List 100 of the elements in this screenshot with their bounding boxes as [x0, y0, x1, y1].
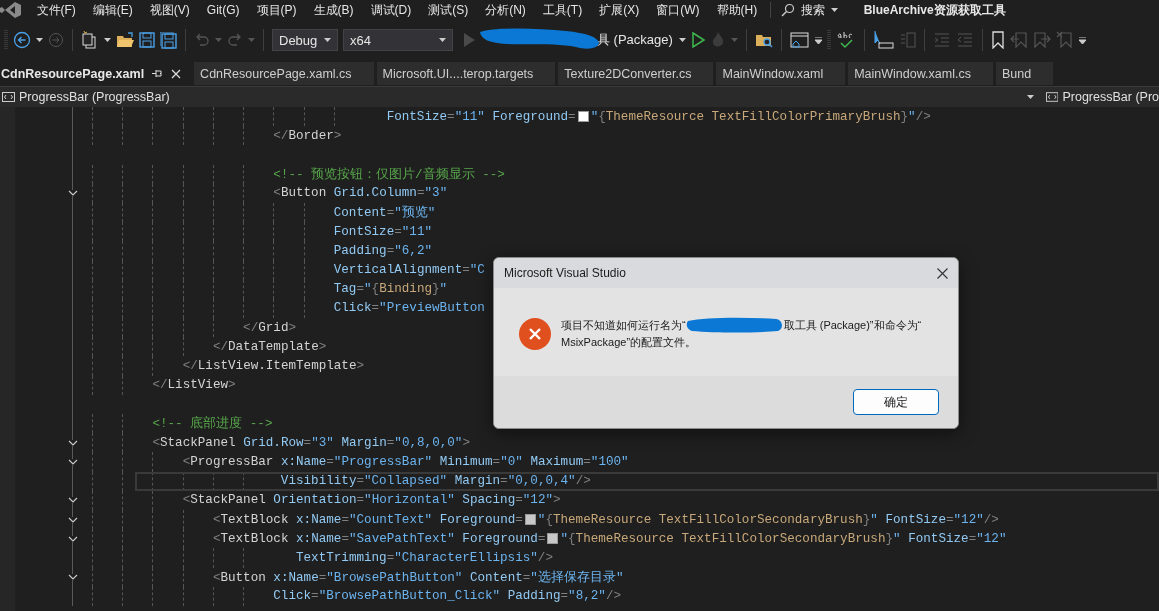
code-text: TextTrimming="CharacterEllipsis"/>: [296, 550, 553, 565]
code-text: FontSize="11": [333, 224, 433, 239]
collapse-chevron-icon[interactable]: [68, 439, 78, 446]
code-text: Padding="6,2": [333, 243, 433, 258]
menu-item[interactable]: 帮助(H): [708, 1, 766, 19]
caret-icon[interactable]: [678, 38, 686, 42]
code-text: </ListView>: [152, 378, 236, 393]
code-text: Tag="{Binding}": [333, 282, 448, 297]
platform-dropdown[interactable]: x64: [343, 29, 453, 51]
menu-item[interactable]: 视图(V): [141, 1, 199, 19]
document-tab[interactable]: CdnResourcePage.xaml.cs: [194, 62, 374, 85]
collapse-chevron-icon[interactable]: [68, 190, 78, 197]
tab-label: MainWindow.xaml: [722, 66, 824, 81]
document-tab[interactable]: Bund: [995, 62, 1054, 85]
code-text: </Grid>: [243, 320, 296, 335]
type-dropdown[interactable]: ProgressBar (ProgressBar): [0, 87, 1040, 107]
element-icon: [1046, 92, 1059, 102]
code-text: Click="PreviewButton: [333, 301, 485, 316]
pointer-select-icon[interactable]: [872, 30, 895, 50]
code-text: "{ThemeResource TextFillColorSecondaryBrush}" FontSize="12": [560, 531, 1007, 546]
tab-label: Bund: [1001, 66, 1032, 81]
menu-item[interactable]: 生成(B): [305, 1, 362, 19]
code-text: <StackPanel Orientation="Horizontal" Spacing="12">: [182, 493, 561, 508]
pin-icon[interactable]: [152, 69, 164, 78]
caret-icon: [324, 38, 331, 42]
code-text: </DataTemplate>: [212, 339, 327, 354]
caret-icon[interactable]: [104, 38, 111, 42]
search-icon: [780, 3, 795, 17]
window-icon[interactable]: [789, 31, 810, 49]
collapse-chevron-icon[interactable]: [68, 535, 78, 542]
element-icon: [2, 92, 15, 102]
caret-icon[interactable]: [36, 38, 43, 42]
menu-item[interactable]: 编辑(E): [84, 1, 142, 19]
error-icon: [519, 318, 551, 350]
spell-check-icon[interactable]: [835, 31, 856, 49]
menu-item[interactable]: 工具(T): [534, 1, 591, 19]
code-text: <!-- 底部进度 -->: [152, 415, 273, 433]
run-without-debugging-icon[interactable]: [690, 32, 705, 48]
play-icon: [464, 33, 475, 47]
code-text: <TextBlock x:Name="CountText" Foreground=: [212, 512, 523, 527]
code-text: Content="预览": [333, 204, 436, 222]
caret-icon: [1027, 95, 1034, 99]
code-text: VerticalAlignment="C: [333, 263, 485, 278]
code-text: </Border>: [273, 128, 342, 143]
menu-item[interactable]: 测试(S): [419, 1, 477, 19]
collapse-chevron-icon[interactable]: [68, 574, 78, 581]
collapse-chevron-icon[interactable]: [68, 497, 78, 504]
message-text: MsixPackage”的配置文件。: [561, 335, 697, 350]
menu-item[interactable]: 扩展(X): [590, 1, 648, 19]
code-text: "{ThemeResource TextFillColorSecondaryBrush}" FontSize="12"/>: [537, 512, 999, 527]
code-text: FontSize="11" Foreground=: [386, 109, 576, 124]
tab-label: Microsoft.UI....terop.targets: [382, 66, 534, 81]
app-logo-icon: [0, 1, 22, 19]
folder-icon[interactable]: [116, 32, 134, 48]
document-tab[interactable]: Texture2DConverter.cs: [558, 62, 714, 85]
code-text: </ListView.ItemTemplate>: [182, 359, 365, 374]
collapse-chevron-icon[interactable]: [68, 458, 78, 465]
tab-label: Texture2DConverter.cs: [564, 66, 692, 81]
code-text: Click="BrowsePathButton_Click" Padding="8,2"/>: [273, 589, 622, 604]
code-text: <StackPanel Grid.Row="3" Margin="0,8,0,0">: [152, 435, 470, 450]
menu-item[interactable]: 调试(D): [362, 1, 420, 19]
document-tab[interactable]: MainWindow.xaml: [716, 62, 846, 85]
member-dropdown[interactable]: ProgressBar (Pro: [1040, 87, 1159, 107]
caret-icon[interactable]: [1078, 36, 1086, 44]
code-text: <Button x:Name="BrowsePathButton" Content="选择保存目录": [212, 569, 624, 586]
new-item-icon[interactable]: [81, 31, 99, 49]
search-button[interactable]: 搜索: [780, 1, 838, 19]
caret-icon: [439, 38, 446, 42]
bookmark-icon[interactable]: [990, 31, 1005, 49]
code-text: Visibility="Collapsed" Margin="0,0,0,4"/>: [280, 474, 591, 489]
grip-icon: [826, 29, 831, 51]
ok-button[interactable]: 确定: [853, 389, 939, 415]
menu-item[interactable]: 窗口(W): [647, 1, 708, 19]
menu-item[interactable]: 分析(N): [476, 1, 535, 19]
code-text: <ProgressBar x:Name="ProgressBar" Minimum="0" Maximum="100": [182, 454, 629, 469]
code-text: <!-- 预览按钮：仅图片/音频显示 -->: [273, 166, 505, 183]
start-target-button[interactable]: 具 (Package): [597, 31, 673, 49]
menu-item[interactable]: 文件(F): [28, 1, 85, 19]
document-tab[interactable]: MainWindow.xaml.cs: [848, 62, 993, 85]
document-tab[interactable]: Microsoft.UI....terop.targets: [376, 62, 556, 85]
code-text: <TextBlock x:Name="SavePathText" Foreground=: [212, 531, 546, 546]
save-icon[interactable]: [139, 32, 155, 48]
message-text: 取工具 (Package)”和命令为“: [783, 318, 922, 333]
tab-label: CdnResourcePage.xaml: [1, 66, 145, 81]
message-text: 项目不知道如何运行名为“: [561, 318, 686, 333]
collapse-chevron-icon[interactable]: [68, 516, 78, 523]
configuration-dropdown[interactable]: Debug: [272, 29, 338, 51]
code-text: "{ThemeResource TextFillColorPrimaryBrush}"/>: [590, 109, 931, 124]
code-text: <Button Grid.Column="3": [273, 186, 448, 201]
folder-search-icon[interactable]: [754, 32, 773, 48]
caret-icon: [830, 8, 838, 12]
menu-item[interactable]: Git(G): [198, 3, 248, 17]
close-icon[interactable]: [937, 267, 948, 279]
dialog-title: Microsoft Visual Studio: [504, 266, 626, 280]
menu-item[interactable]: 项目(P): [248, 1, 305, 19]
caret-icon[interactable]: [814, 36, 822, 44]
tab-label: MainWindow.xaml.cs: [854, 66, 971, 81]
save-all-icon[interactable]: [160, 31, 177, 49]
tab-label: CdnResourcePage.xaml.cs: [200, 66, 352, 81]
solution-title: BlueArchive资源获取工具: [863, 1, 1006, 19]
